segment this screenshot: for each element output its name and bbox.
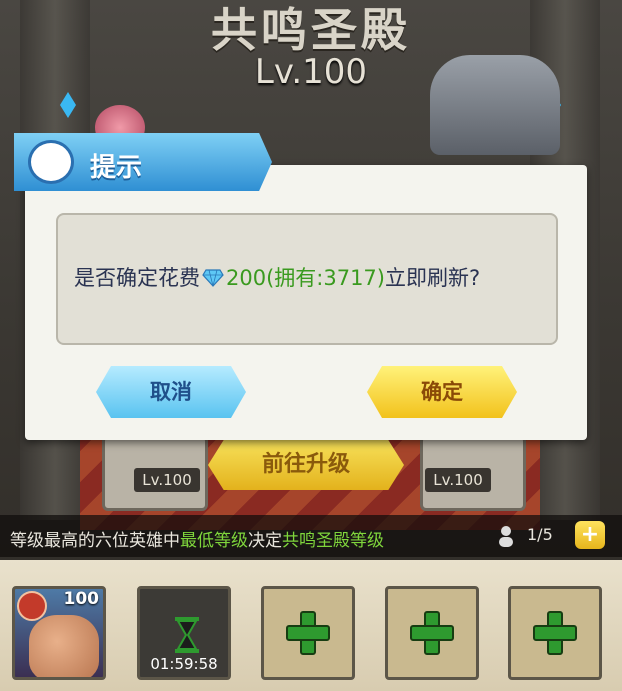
message-suffix: 立即刷新? bbox=[385, 266, 481, 290]
message-cost: 200(拥有:3717) bbox=[226, 266, 385, 290]
scroll-icon bbox=[28, 140, 74, 184]
diamond-icon bbox=[202, 269, 224, 287]
dialog-title: 提示 bbox=[90, 153, 143, 183]
message-prefix: 是否确定花费 bbox=[74, 266, 200, 290]
dialog-message: 是否确定花费 200(拥有:3717)立即刷新? bbox=[74, 262, 480, 292]
cancel-button[interactable]: 取消 bbox=[96, 366, 246, 418]
modal-overlay: 提示 是否确定花费 200(拥有:3717)立即刷新? 取消 确定 bbox=[0, 0, 622, 691]
confirm-button[interactable]: 确定 bbox=[367, 366, 517, 418]
